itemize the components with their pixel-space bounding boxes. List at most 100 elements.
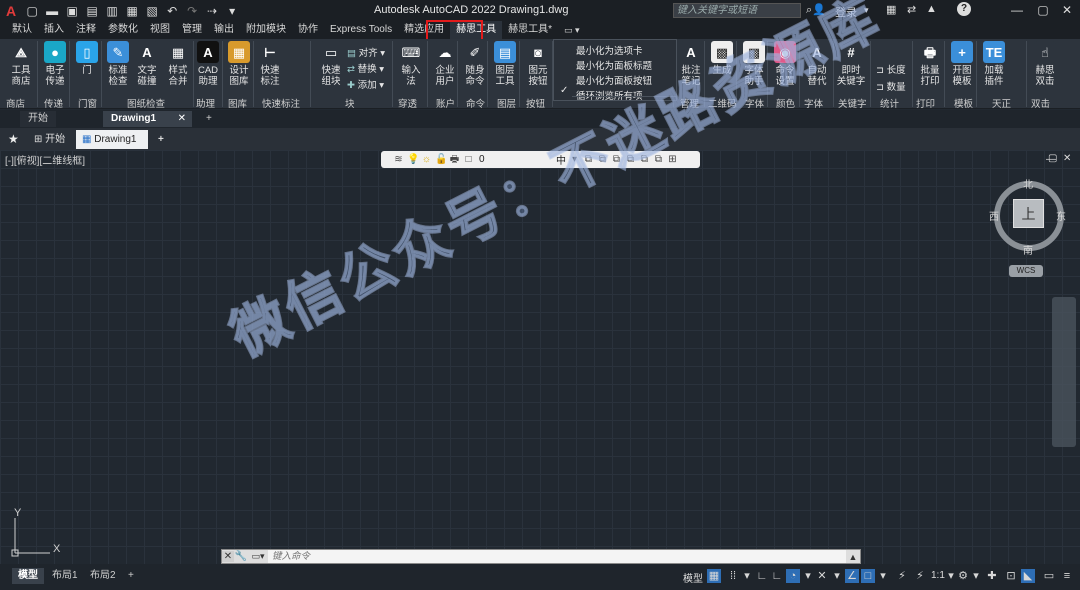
panel-label[interactable]: 图纸检查 — [127, 96, 165, 110]
menu-item-minimize-tabs[interactable]: 最小化为选项卡 — [576, 43, 643, 57]
layer-manager-icon[interactable]: ≋ — [393, 154, 404, 165]
maximize-icon[interactable]: ▢ — [1034, 2, 1052, 18]
tab-hesi-tools[interactable]: 赫思工具 — [450, 21, 503, 39]
autocad-logo-icon[interactable]: A — [6, 3, 16, 19]
panel-label[interactable]: 模板 — [954, 96, 973, 110]
panel-label[interactable]: 助理 — [196, 96, 215, 110]
exchange-icon[interactable]: ⇄ — [907, 3, 916, 16]
command-input[interactable] — [268, 550, 846, 563]
color-swatch-icon[interactable]: □ — [463, 154, 474, 165]
panel-label[interactable]: 关键字 — [838, 96, 867, 110]
ribbon-button-enterprise-user[interactable]: ☁ 企业 用户 — [430, 41, 460, 87]
tab-view[interactable]: 视图 — [144, 21, 176, 39]
add-button[interactable]: ✚ 添加 ▾ — [347, 77, 384, 91]
panel-label[interactable]: 商店 — [6, 96, 25, 110]
tab-collaborate[interactable]: 协作 — [292, 21, 324, 39]
share-icon[interactable]: ⇢ — [204, 4, 220, 18]
plus-icon[interactable]: ✚ — [985, 569, 999, 583]
compass-north[interactable]: 北 — [1023, 176, 1033, 191]
ribbon-button-etransmit[interactable]: ● 电子 传递 — [40, 41, 70, 87]
tab-featured-apps[interactable]: 精选应用 — [398, 21, 450, 39]
panel-label[interactable]: 统计 — [880, 96, 899, 110]
ribbon-button-quick-dim[interactable]: ⊢ 快速 标注 — [255, 41, 285, 87]
ribbon-button-open-template[interactable]: + 开图 模板 — [947, 41, 977, 87]
grid-display-icon[interactable]: ▦ — [707, 569, 721, 583]
compass-west[interactable]: 西 — [989, 208, 999, 223]
undo-icon[interactable]: ↶ — [164, 4, 180, 18]
minimize-icon[interactable]: — — [1008, 2, 1026, 18]
workspace-dropdown-icon[interactable]: ▾ — [969, 569, 983, 583]
wcs-menu[interactable]: WCS — [1009, 265, 1043, 277]
cmd-expand-icon[interactable]: ▲ — [846, 552, 860, 562]
file-tab-start[interactable]: 开始 — [20, 111, 56, 127]
panel-label[interactable]: 字体 — [804, 96, 823, 110]
add-tab-button[interactable]: + — [152, 130, 170, 149]
open-folder-icon[interactable]: ▬ — [44, 4, 60, 18]
ribbon-button-entity-button[interactable]: ◙ 图元 按钮 — [523, 41, 553, 87]
panel-label[interactable]: 账户 — [436, 96, 455, 110]
tab-addins[interactable]: 附加模块 — [240, 21, 292, 39]
cmd-close-icon[interactable]: ✕ — [222, 551, 234, 562]
autodesk-a-icon[interactable]: ▲ — [926, 3, 937, 15]
osnap-dropdown-icon[interactable]: ▾ — [876, 569, 890, 583]
tab-default[interactable]: 默认 — [6, 21, 38, 39]
tab-annotate[interactable]: 注释 — [70, 21, 102, 39]
help-icon[interactable]: ? — [957, 2, 971, 16]
ribbon-button-cad-assistant[interactable]: A CAD 助理 — [193, 41, 223, 87]
layout-tab-1[interactable]: 布局1 — [46, 568, 84, 584]
panel-label[interactable]: 命令 — [466, 96, 485, 110]
tab-parametric[interactable]: 参数化 — [102, 21, 144, 39]
polar-dropdown-icon[interactable]: ▾ — [801, 569, 815, 583]
close-tab-icon[interactable]: ✕ — [178, 111, 186, 127]
file-tab-drawing1[interactable]: Drawing1 ✕ — [103, 111, 192, 127]
add-layout-button[interactable]: + — [122, 568, 140, 584]
layout-tab-2[interactable]: 布局2 — [84, 568, 122, 584]
bulb-icon[interactable]: 💡 — [407, 154, 419, 165]
panel-label[interactable]: 天正 — [992, 96, 1011, 110]
panel-label[interactable]: 图层 — [497, 96, 516, 110]
ribbon-button-layer-tools[interactable]: ▤ 图层 工具 — [490, 41, 520, 87]
quick-access-dropdown-icon[interactable]: ▾ — [224, 4, 240, 18]
sun-icon[interactable]: ☼ — [421, 154, 432, 165]
redo-icon[interactable]: ↷ — [184, 4, 200, 18]
ribbon-button-style-merge[interactable]: ▦ 样式 合并 — [163, 41, 193, 87]
ribbon-button-standards-check[interactable]: ✎ 标准 检查 — [103, 41, 133, 87]
panel-label[interactable]: 打印 — [916, 96, 935, 110]
ribbon-toggle-icon[interactable]: ▭ ▾ — [558, 21, 586, 39]
compass-south[interactable]: 南 — [1023, 242, 1033, 257]
snap-dropdown-icon[interactable]: ▾ — [740, 569, 754, 583]
length-button[interactable]: ⊐ 长度 — [876, 62, 906, 76]
tab-insert[interactable]: 插入 — [38, 21, 70, 39]
object-snap-tracking-icon[interactable]: ∠ — [845, 569, 859, 583]
tab-start[interactable]: ⊞ 开始 — [28, 130, 71, 149]
auto-scale-icon[interactable]: ⚡ — [913, 569, 927, 583]
isodraft-icon[interactable]: ✕ — [815, 569, 829, 583]
save-as-icon[interactable]: ▤ — [84, 4, 100, 18]
plot-icon[interactable]: 🖶 — [449, 154, 460, 165]
ribbon-button-design-library[interactable]: ▦ 设计 图库 — [224, 41, 254, 87]
menu-item-minimize-panel-titles[interactable]: 最小化为面板标题 — [576, 58, 652, 72]
object-snap-icon[interactable]: □ — [861, 569, 875, 583]
navigation-bar[interactable] — [1052, 297, 1076, 447]
panel-label[interactable]: 双击 — [1031, 96, 1050, 110]
compass-east[interactable]: 东 — [1056, 208, 1066, 223]
viewport-restore-icon[interactable]: ▢ — [1048, 153, 1057, 164]
lock-icon[interactable]: 🔓 — [435, 154, 447, 165]
cmd-customize-icon[interactable]: 🔧 — [234, 551, 248, 562]
isolate-objects-icon[interactable]: ⊡ — [1004, 569, 1018, 583]
panel-label[interactable]: 穿透 — [398, 96, 417, 110]
cart-icon[interactable]: ▦ — [886, 3, 896, 16]
star-icon[interactable]: ★ — [8, 132, 19, 146]
ribbon-button-app-store[interactable]: ⟁ 工具 商店 — [6, 41, 36, 87]
save-icon[interactable]: ▣ — [64, 4, 80, 18]
web-mobile-icon[interactable]: ▥ — [104, 4, 120, 18]
print-icon[interactable]: ▧ — [144, 4, 160, 18]
snap-mode-icon[interactable]: ⁞⁞ — [726, 569, 740, 583]
ribbon-button-ime[interactable]: ⌨ 输入 法 — [396, 41, 426, 87]
ortho-icon[interactable]: ∟ — [770, 569, 784, 583]
clean-screen-icon[interactable]: ▭ — [1042, 569, 1056, 583]
close-icon[interactable]: ✕ — [1058, 2, 1076, 18]
ribbon-button-portable-command[interactable]: ✐ 随身 命令 — [460, 41, 490, 87]
ribbon-button-quick-block[interactable]: ▭ 快速 组块 — [316, 41, 346, 87]
tab-manage[interactable]: 管理 — [176, 21, 208, 39]
